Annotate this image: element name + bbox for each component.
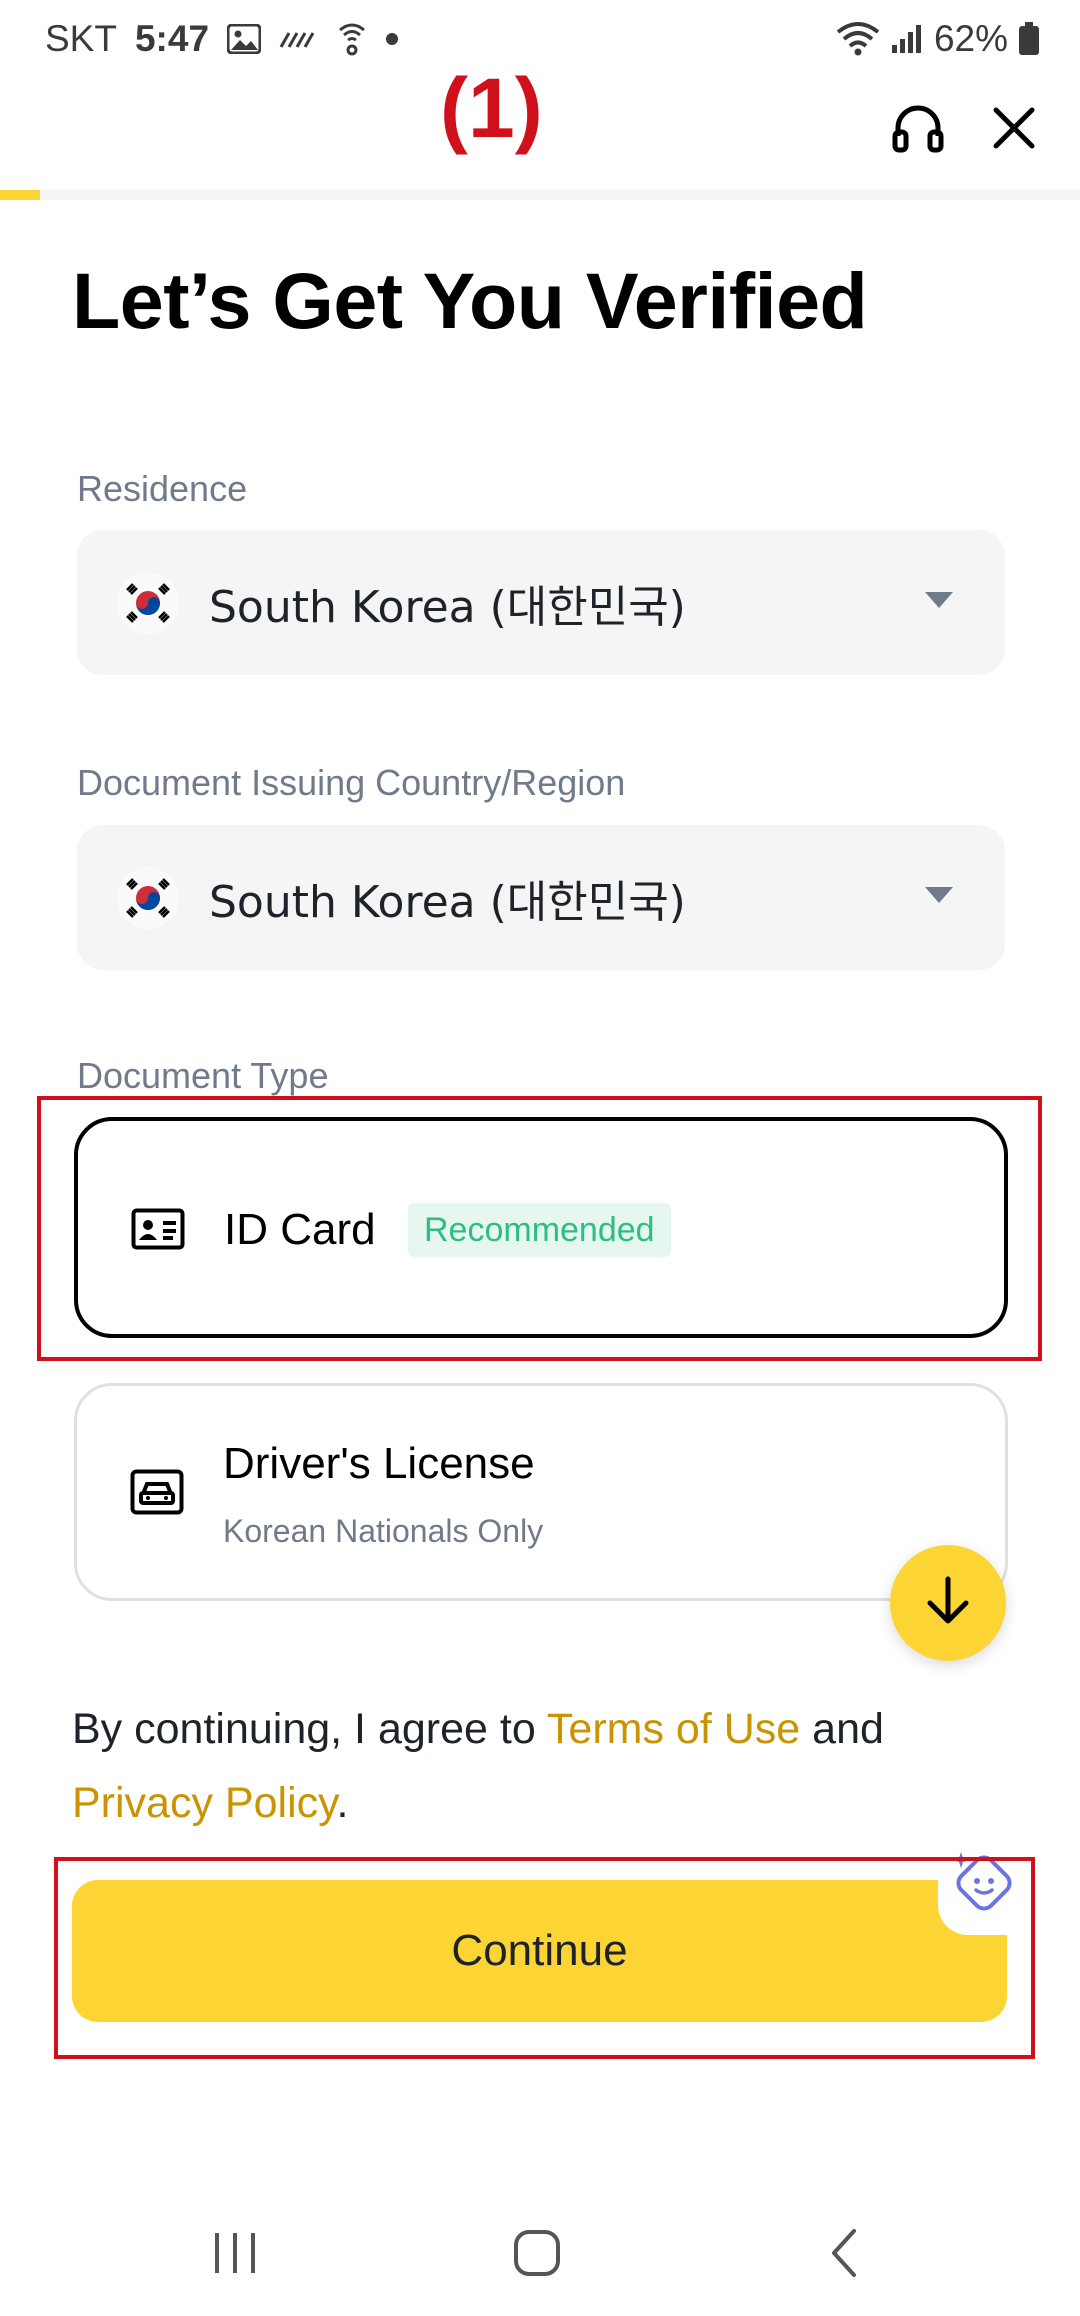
status-bar-right: 62% [836,18,1040,60]
arrow-down-icon [924,1575,972,1632]
drivers-license-title: Driver's License [223,1439,535,1488]
progress-bar [0,190,1080,200]
drivers-license-option[interactable]: Driver's License Korean Nationals Only [74,1383,1008,1601]
terms-prefix: By continuing, I agree to [72,1705,547,1753]
residence-label: Residence [77,468,248,509]
id-card-title: ID Card [224,1205,376,1254]
ai-assistant-icon [947,1846,1021,1925]
privacy-policy-link[interactable]: Privacy Policy [72,1779,336,1827]
car-icon [129,1464,185,1520]
south-korea-flag-icon [117,571,179,634]
continue-button[interactable]: Continue [72,1880,1007,2022]
drivers-license-subtitle: Korean Nationals Only [223,1513,544,1549]
caret-down-icon [925,887,953,903]
id-card-icon [130,1201,186,1257]
cell-signal-icon [890,23,924,55]
document-type-label: Document Type [77,1055,329,1096]
annotation-label: (1) [440,61,543,155]
issuing-country-select[interactable]: South Korea (대한민국) [77,825,1005,970]
terms-of-use-link[interactable]: Terms of Use [547,1705,800,1753]
wifi-icon [836,22,880,56]
terms-middle: and [800,1705,884,1753]
back-icon [828,2228,858,2283]
id-card-option[interactable]: ID Card Recommended [74,1117,1008,1338]
gallery-icon [227,24,262,54]
dot-icon [385,32,399,46]
close-icon [992,106,1036,155]
recent-apps-icon [211,2231,259,2280]
residence-select[interactable]: South Korea (대한민국) [77,530,1005,675]
headset-icon [890,102,946,159]
carrier-name: SKT [45,18,117,59]
assistant-button[interactable] [938,1835,1030,1935]
page-title: Let’s Get You Verified [72,256,868,345]
back-button[interactable] [808,2220,878,2290]
close-button[interactable] [984,100,1044,160]
scroll-down-button[interactable] [890,1545,1006,1661]
south-korea-flag-icon [117,866,179,929]
recent-apps-button[interactable] [200,2220,270,2290]
terms-suffix: . [336,1779,349,1827]
signal-notification-icon [279,27,319,51]
caret-down-icon [925,592,953,608]
progress-fill [0,190,40,200]
terms-text: By continuing, I agree to Terms of Use a… [72,1692,972,1840]
battery-percent: 62% [933,18,1008,59]
issuing-country-label: Document Issuing Country/Region [77,762,626,803]
status-time: 5:47 [134,18,210,59]
home-button[interactable] [502,2220,572,2290]
system-nav-bar [0,2190,1080,2316]
issuing-country-value: South Korea (대한민국) [209,876,686,928]
support-button[interactable] [888,100,948,160]
residence-value: South Korea (대한민국) [209,581,686,633]
status-bar-left: SKT 5:47 [45,18,399,60]
wifi-call-icon [337,22,367,56]
home-icon [512,2228,562,2283]
battery-icon [1018,22,1040,56]
recommended-badge: Recommended [408,1203,671,1257]
